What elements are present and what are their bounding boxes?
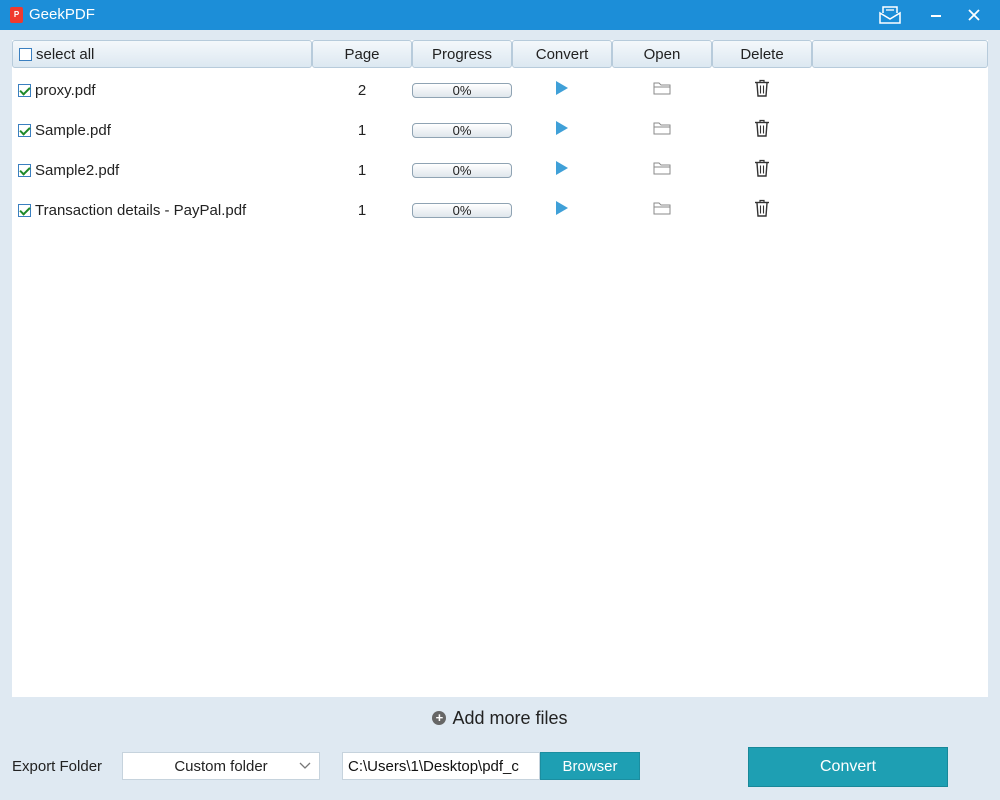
progress-bar: 0% <box>412 123 512 138</box>
mail-feedback-icon <box>879 6 901 24</box>
play-icon <box>555 160 569 181</box>
trash-icon <box>754 79 770 102</box>
play-icon <box>555 80 569 101</box>
folder-icon <box>653 201 671 220</box>
add-more-files-label: Add more files <box>452 707 568 728</box>
row-checkbox[interactable] <box>18 163 31 177</box>
column-header-delete[interactable]: Delete <box>712 40 812 68</box>
progress-bar: 0% <box>412 203 512 218</box>
minimize-button[interactable] <box>918 0 954 30</box>
table-row[interactable]: Transaction details - PayPal.pdf 1 0% <box>12 190 988 230</box>
delete-row-button[interactable] <box>712 190 812 230</box>
file-name-cell: Sample.pdf <box>18 110 111 150</box>
row-checkbox[interactable] <box>18 83 31 97</box>
delete-row-button[interactable] <box>712 110 812 150</box>
open-folder-button[interactable] <box>612 150 712 190</box>
folder-icon <box>653 81 671 100</box>
select-all-header[interactable]: select all <box>12 40 312 68</box>
page-count: 1 <box>357 201 367 219</box>
close-icon <box>968 9 980 21</box>
progress-label: 0% <box>452 123 472 138</box>
file-name-cell: Sample2.pdf <box>18 150 119 190</box>
browse-button[interactable]: Browser <box>540 752 640 780</box>
export-folder-label: Export Folder <box>12 758 103 775</box>
progress-label: 0% <box>452 163 472 178</box>
page-count: 1 <box>357 121 367 139</box>
column-header-convert[interactable]: Convert <box>512 40 612 68</box>
select-all-checkbox[interactable] <box>19 47 32 61</box>
title-bar: P GeekPDF <box>0 0 1000 30</box>
play-icon <box>555 200 569 221</box>
file-name-cell: Transaction details - PayPal.pdf <box>18 190 246 230</box>
convert-row-button[interactable] <box>512 150 612 190</box>
trash-icon <box>754 199 770 222</box>
file-name: proxy.pdf <box>35 81 96 99</box>
convert-row-button[interactable] <box>512 190 612 230</box>
table-row[interactable]: proxy.pdf 2 0% <box>12 70 988 110</box>
file-name-cell: proxy.pdf <box>18 70 96 110</box>
app-logo-icon: P <box>10 7 23 23</box>
folder-icon <box>653 161 671 180</box>
progress-label: 0% <box>452 203 472 218</box>
file-name: Transaction details - PayPal.pdf <box>35 201 247 219</box>
chevron-down-icon <box>299 762 311 769</box>
feedback-button[interactable] <box>872 0 908 30</box>
table-header: select all Page Progress Convert Open De… <box>12 40 988 69</box>
file-list-panel: select all Page Progress Convert Open De… <box>12 40 988 697</box>
table-row[interactable]: Sample2.pdf 1 0% <box>12 150 988 190</box>
close-button[interactable] <box>956 0 992 30</box>
column-header-filler <box>812 40 988 68</box>
file-name: Sample.pdf <box>35 121 111 139</box>
convert-all-button[interactable]: Convert <box>748 747 948 787</box>
select-all-label: select all <box>36 45 95 63</box>
convert-row-button[interactable] <box>512 70 612 110</box>
file-name: Sample2.pdf <box>35 161 120 179</box>
column-header-progress[interactable]: Progress <box>412 40 512 68</box>
minimize-icon <box>931 15 941 17</box>
export-folder-select[interactable]: Custom folder <box>122 752 320 780</box>
app-title: GeekPDF <box>29 6 95 23</box>
progress-label: 0% <box>452 83 472 98</box>
folder-icon <box>653 121 671 140</box>
plus-circle-icon: + <box>432 711 447 725</box>
trash-icon <box>754 119 770 142</box>
export-folder-select-value: Custom folder <box>174 757 268 775</box>
row-checkbox[interactable] <box>18 203 31 217</box>
progress-bar: 0% <box>412 83 512 98</box>
open-folder-button[interactable] <box>612 70 712 110</box>
trash-icon <box>754 159 770 182</box>
progress-bar: 0% <box>412 163 512 178</box>
delete-row-button[interactable] <box>712 70 812 110</box>
page-count: 1 <box>357 161 367 179</box>
table-row[interactable]: Sample.pdf 1 0% <box>12 110 988 150</box>
delete-row-button[interactable] <box>712 150 812 190</box>
column-header-page[interactable]: Page <box>312 40 412 68</box>
row-checkbox[interactable] <box>18 123 31 137</box>
add-more-files-button[interactable]: + Add more files <box>0 704 1000 732</box>
convert-row-button[interactable] <box>512 110 612 150</box>
page-count: 2 <box>357 81 367 99</box>
open-folder-button[interactable] <box>612 110 712 150</box>
play-icon <box>555 120 569 141</box>
output-path-input[interactable] <box>342 752 540 780</box>
open-folder-button[interactable] <box>612 190 712 230</box>
column-header-open[interactable]: Open <box>612 40 712 68</box>
